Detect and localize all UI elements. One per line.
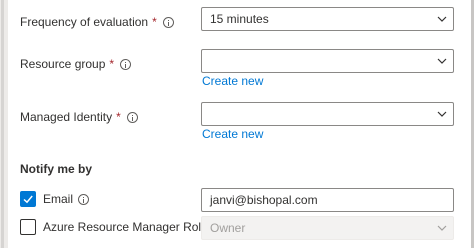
- email-label-row: Email: [43, 192, 90, 206]
- chevron-down-icon: [437, 16, 447, 22]
- arm-role-label-row: Azure Resource Manager Role: [43, 220, 224, 234]
- managed-identity-create-new-link[interactable]: Create new: [202, 127, 263, 141]
- chevron-down-icon: [437, 111, 447, 117]
- frequency-label-row: Frequency of evaluation *: [20, 15, 174, 29]
- frequency-value: 15 minutes: [210, 12, 269, 26]
- required-asterisk: *: [152, 15, 157, 29]
- chevron-down-icon: [437, 225, 447, 231]
- arm-role-label: Azure Resource Manager Role: [43, 220, 208, 234]
- notify-section-title: Notify me by: [20, 162, 93, 176]
- email-input[interactable]: janvi@bishopal.com: [201, 188, 454, 212]
- frequency-dropdown[interactable]: 15 minutes: [201, 7, 454, 31]
- checkmark-icon: [23, 195, 33, 204]
- info-icon[interactable]: [126, 111, 138, 123]
- left-panel-edge-line: [1, 0, 4, 248]
- frequency-label: Frequency of evaluation: [20, 15, 149, 29]
- resource-group-label-row: Resource group *: [20, 57, 132, 71]
- email-value: janvi@bishopal.com: [210, 193, 318, 207]
- left-panel-edge: [0, 0, 8, 248]
- info-icon[interactable]: [120, 58, 132, 70]
- managed-identity-label: Managed Identity: [20, 110, 113, 124]
- resource-group-dropdown[interactable]: [201, 49, 454, 73]
- resource-group-label: Resource group: [20, 57, 106, 71]
- info-icon[interactable]: [162, 16, 174, 28]
- email-label: Email: [43, 192, 74, 206]
- email-checkbox[interactable]: [20, 191, 36, 207]
- arm-role-dropdown[interactable]: Owner: [201, 216, 454, 240]
- info-icon[interactable]: [78, 193, 90, 205]
- resource-group-create-new-link[interactable]: Create new: [202, 74, 263, 88]
- chevron-down-icon: [437, 58, 447, 64]
- managed-identity-dropdown[interactable]: [201, 102, 454, 126]
- arm-role-checkbox[interactable]: [20, 219, 36, 235]
- required-asterisk: *: [109, 57, 115, 71]
- managed-identity-label-row: Managed Identity *: [20, 110, 138, 124]
- arm-role-value: Owner: [210, 221, 246, 235]
- required-asterisk: *: [116, 110, 121, 124]
